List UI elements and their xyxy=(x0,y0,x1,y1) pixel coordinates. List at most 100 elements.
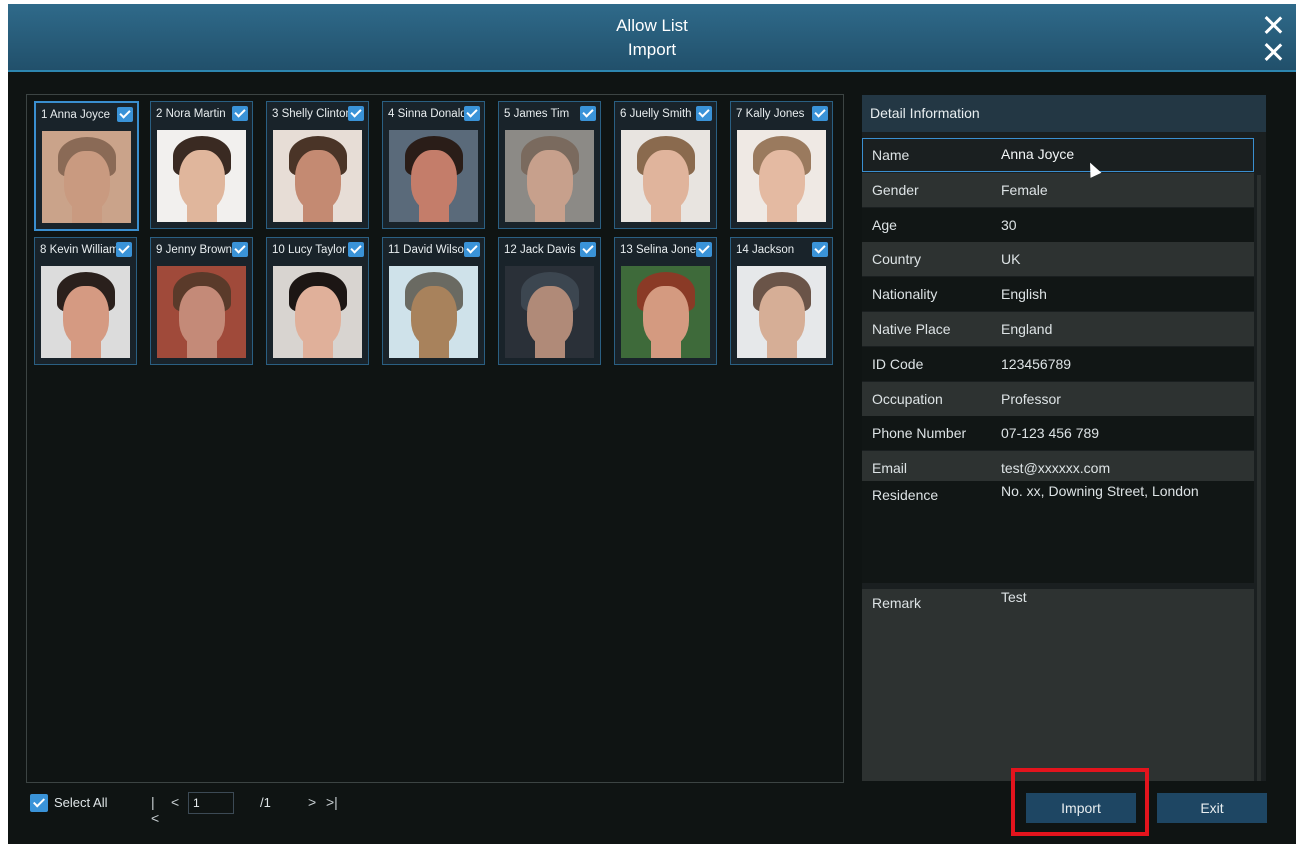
face-card-checkbox[interactable] xyxy=(117,107,133,122)
face-card-checkbox[interactable] xyxy=(812,106,828,121)
detail-header: Detail Information xyxy=(862,95,1266,132)
face-card-checkbox[interactable] xyxy=(812,242,828,257)
import-highlight-box xyxy=(1011,768,1149,836)
face-card[interactable]: 10 Lucy Taylor xyxy=(266,237,369,365)
detail-row-remark: Remark Test xyxy=(862,589,1254,781)
detail-row: Nationality English xyxy=(862,277,1254,312)
face-card-label: 14 Jackson xyxy=(736,244,795,256)
detail-key: Residence xyxy=(872,487,939,503)
detail-scrollbar[interactable] xyxy=(1257,175,1261,781)
face-card[interactable]: 14 Jackson xyxy=(730,237,833,365)
face-card[interactable]: 12 Jack Davis xyxy=(498,237,601,365)
face-card-label: 2 Nora Martin xyxy=(156,108,226,120)
face-photo xyxy=(157,130,246,222)
face-card-checkbox[interactable] xyxy=(580,242,596,257)
detail-panel: Detail Information Name Anna Joyce Gender F… xyxy=(862,95,1266,781)
detail-key: Occupation xyxy=(872,390,943,407)
face-card-label: 11 David Wilson xyxy=(388,244,466,256)
face-card-checkbox[interactable] xyxy=(696,242,712,257)
face-card[interactable]: 5 James Tim xyxy=(498,101,601,229)
face-card-checkbox[interactable] xyxy=(348,106,364,121)
detail-key: Age xyxy=(872,216,897,233)
page-number-input[interactable] xyxy=(188,792,234,814)
next-page-icon[interactable]: > xyxy=(308,794,316,810)
detail-value: test@xxxxxx.com xyxy=(1001,460,1111,477)
face-card[interactable]: 3 Shelly Clinton xyxy=(266,101,369,229)
face-card[interactable]: 1 Anna Joyce xyxy=(34,101,139,231)
title-bar: Allow List Import xyxy=(8,4,1296,72)
first-page-icon[interactable]: |< xyxy=(151,794,159,826)
face-card[interactable]: 8 Kevin Williams xyxy=(34,237,137,365)
face-card-label: 3 Shelly Clinton xyxy=(272,108,350,120)
face-card[interactable]: 2 Nora Martin xyxy=(150,101,253,229)
detail-key: Remark xyxy=(872,595,922,611)
face-card-checkbox[interactable] xyxy=(580,106,596,121)
face-card[interactable]: 4 Sinna Donald xyxy=(382,101,485,229)
detail-value: Anna Joyce xyxy=(1001,146,1075,162)
select-all-label: Select All xyxy=(54,795,108,810)
detail-value: 123456789 xyxy=(1001,355,1072,372)
face-photo xyxy=(737,130,826,222)
face-card[interactable]: 11 David Wilson xyxy=(382,237,485,365)
detail-value: Professor xyxy=(1001,390,1061,407)
face-grid-panel: 1 Anna Joyce 2 Nora Martin 3 Shelly Clinto… xyxy=(26,94,844,783)
face-card-checkbox[interactable] xyxy=(464,106,480,121)
detail-key: Email xyxy=(872,460,908,477)
face-card-label: 9 Jenny Brown xyxy=(156,244,233,256)
detail-row: Native Place England xyxy=(862,312,1254,346)
face-card-label: 5 James Tim xyxy=(504,108,570,120)
detail-key: Nationality xyxy=(872,286,938,303)
detail-key: Gender xyxy=(872,181,919,198)
face-photo xyxy=(273,266,362,358)
detail-row-residence: Residence No. xx, Downing Street, London xyxy=(862,481,1254,583)
page-total: /1 xyxy=(260,795,271,810)
last-page-icon[interactable]: >| xyxy=(326,794,338,810)
face-photo xyxy=(42,131,131,223)
prev-page-icon[interactable]: < xyxy=(171,794,179,810)
face-photo xyxy=(389,266,478,358)
detail-key: Phone Number xyxy=(872,425,967,442)
detail-row[interactable]: Name Anna Joyce xyxy=(862,138,1254,172)
detail-row: Age 30 xyxy=(862,207,1254,242)
face-photo xyxy=(621,266,710,358)
select-all-checkbox[interactable] xyxy=(30,794,48,812)
face-photo xyxy=(389,130,478,222)
detail-value: Test xyxy=(1001,589,1027,605)
face-card[interactable]: 7 Kally Jones xyxy=(730,101,833,229)
detail-value: 07-123 456 789 xyxy=(1001,425,1100,442)
detail-value: Female xyxy=(1001,181,1048,198)
detail-row: Phone Number 07-123 456 789 xyxy=(862,416,1254,451)
face-card-label: 13 Selina Jones xyxy=(620,244,698,256)
face-photo xyxy=(621,130,710,222)
detail-key: Name xyxy=(872,147,910,163)
face-card-checkbox[interactable] xyxy=(116,242,132,257)
exit-button[interactable]: Exit xyxy=(1157,793,1267,823)
detail-row: ID Code 123456789 xyxy=(862,346,1254,381)
face-card[interactable]: 6 Juelly Smith xyxy=(614,101,717,229)
face-photo xyxy=(41,266,130,358)
close-icon[interactable] xyxy=(1262,14,1284,36)
face-photo xyxy=(157,266,246,358)
detail-value: No. xx, Downing Street, London xyxy=(1001,483,1199,499)
detail-row: Gender Female xyxy=(862,172,1254,207)
face-card-checkbox[interactable] xyxy=(232,242,248,257)
detail-key: Native Place xyxy=(872,321,951,337)
face-photo xyxy=(505,266,594,358)
detail-key: ID Code xyxy=(872,355,924,372)
detail-row: Country UK xyxy=(862,242,1254,277)
close-icon[interactable] xyxy=(1262,41,1284,63)
window-subtitle: Import xyxy=(627,40,677,59)
face-card-checkbox[interactable] xyxy=(348,242,364,257)
face-photo xyxy=(273,130,362,222)
face-card-checkbox[interactable] xyxy=(696,106,712,121)
face-card-label: 1 Anna Joyce xyxy=(41,109,111,121)
detail-value: UK xyxy=(1001,251,1021,268)
face-card-label: 8 Kevin Williams xyxy=(40,244,118,256)
face-card[interactable]: 9 Jenny Brown xyxy=(150,237,253,365)
face-card-checkbox[interactable] xyxy=(464,242,480,257)
face-photo xyxy=(505,130,594,222)
face-photo xyxy=(737,266,826,358)
window-title: Allow List xyxy=(616,16,688,35)
face-card[interactable]: 13 Selina Jones xyxy=(614,237,717,365)
face-card-checkbox[interactable] xyxy=(232,106,248,121)
